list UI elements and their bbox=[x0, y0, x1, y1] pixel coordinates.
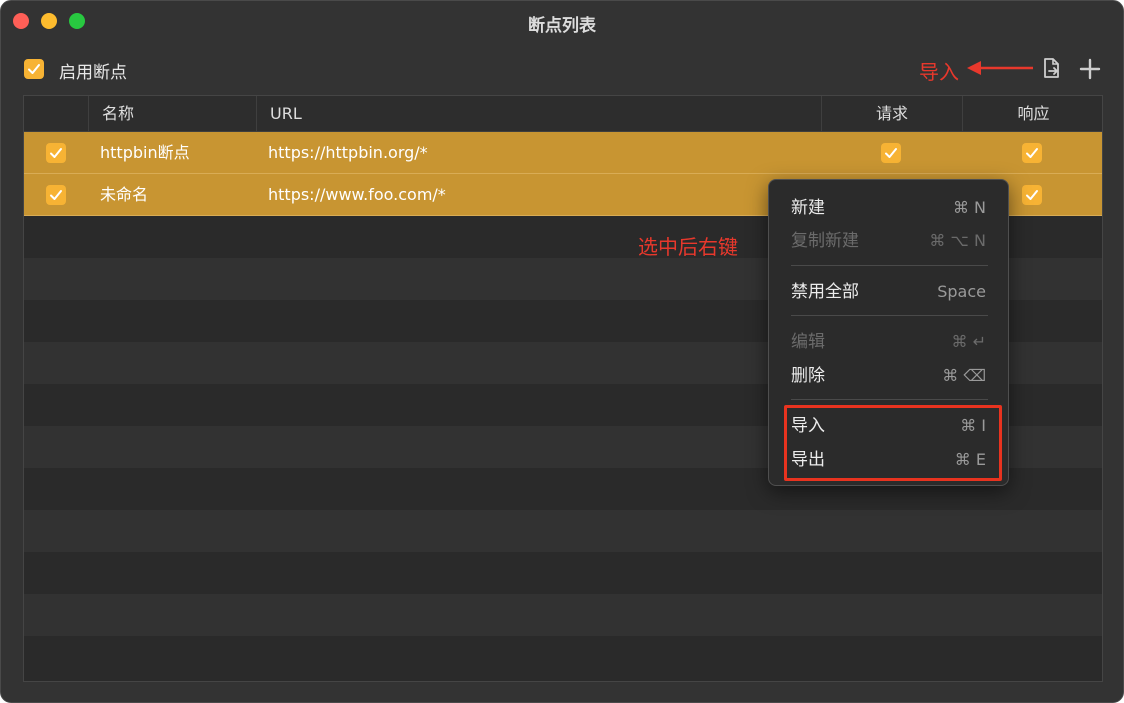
empty-table-row bbox=[24, 594, 1102, 636]
checkmark-icon bbox=[50, 148, 62, 158]
menu-item-shortcut: ⌘ ⌫ bbox=[942, 366, 986, 385]
menu-separator bbox=[791, 265, 988, 266]
annotation-arrow-icon bbox=[967, 61, 1033, 75]
menu-item-label: 新建 bbox=[791, 198, 825, 218]
plus-icon[interactable] bbox=[1078, 57, 1102, 81]
menu-separator bbox=[791, 315, 988, 316]
row-enabled-checkbox[interactable] bbox=[46, 143, 66, 163]
empty-table-row bbox=[24, 510, 1102, 552]
menu-item-disable-all[interactable]: 禁用全部 Space bbox=[769, 277, 1008, 307]
checkmark-icon bbox=[1026, 148, 1038, 158]
column-header-enabled[interactable] bbox=[24, 96, 88, 132]
select-then-right-click-annotation: 选中后右键 bbox=[638, 235, 738, 259]
checkmark-icon bbox=[1026, 190, 1038, 200]
window-title: 断点列表 bbox=[528, 16, 596, 36]
empty-table-row bbox=[24, 552, 1102, 594]
toolbar: 启用断点 导入 bbox=[1, 51, 1123, 87]
table-header: 名称 URL 请求 响应 bbox=[24, 96, 1102, 132]
column-header-request[interactable]: 请求 bbox=[821, 96, 962, 132]
enable-breakpoints-label: 启用断点 bbox=[59, 63, 127, 83]
column-header-name[interactable]: 名称 bbox=[88, 96, 256, 132]
menu-item-edit[interactable]: 编辑 ⌘ ↵ bbox=[769, 327, 1008, 357]
table-row[interactable]: httpbin断点 https://httpbin.org/* bbox=[24, 132, 1102, 174]
row-response-checkbox[interactable] bbox=[1022, 143, 1042, 163]
row-request-checkbox[interactable] bbox=[881, 143, 901, 163]
menu-item-duplicate-new[interactable]: 复制新建 ⌘ ⌥ N bbox=[769, 226, 1008, 256]
row-url: https://httpbin.org/* bbox=[268, 143, 428, 162]
row-enabled-checkbox[interactable] bbox=[46, 185, 66, 205]
import-export-highlight-box bbox=[784, 405, 1002, 481]
menu-item-shortcut: Space bbox=[937, 282, 986, 301]
row-name: httpbin断点 bbox=[100, 143, 190, 162]
menu-item-new[interactable]: 新建 ⌘ N bbox=[769, 193, 1008, 223]
title-bar: 断点列表 bbox=[1, 1, 1123, 45]
menu-item-shortcut: ⌘ N bbox=[952, 198, 986, 217]
row-name: 未命名 bbox=[100, 185, 149, 204]
checkmark-icon bbox=[50, 190, 62, 200]
enable-breakpoints-checkbox[interactable] bbox=[24, 59, 44, 79]
menu-item-label: 复制新建 bbox=[791, 231, 859, 251]
empty-table-row bbox=[24, 636, 1102, 678]
menu-item-label: 删除 bbox=[791, 366, 825, 386]
row-url: https://www.foo.com/* bbox=[268, 185, 446, 204]
checkmark-icon bbox=[885, 148, 897, 158]
breakpoint-list-window: 断点列表 启用断点 导入 名称 URL 请求 响应 httpbin断点 http… bbox=[0, 0, 1124, 703]
menu-item-delete[interactable]: 删除 ⌘ ⌫ bbox=[769, 361, 1008, 391]
context-menu: 新建 ⌘ N 复制新建 ⌘ ⌥ N 禁用全部 Space 编辑 ⌘ ↵ 删除 ⌘… bbox=[768, 179, 1009, 486]
menu-item-shortcut: ⌘ ⌥ N bbox=[929, 231, 986, 250]
import-annotation-label: 导入 bbox=[919, 60, 959, 84]
menu-item-label: 禁用全部 bbox=[791, 282, 859, 302]
column-header-response[interactable]: 响应 bbox=[962, 96, 1102, 132]
menu-separator bbox=[791, 399, 988, 400]
menu-item-shortcut: ⌘ ↵ bbox=[951, 332, 987, 351]
checkmark-icon bbox=[28, 64, 40, 74]
row-response-checkbox[interactable] bbox=[1022, 185, 1042, 205]
column-header-url[interactable]: URL bbox=[256, 96, 821, 132]
menu-item-label: 编辑 bbox=[791, 332, 825, 352]
import-file-icon[interactable] bbox=[1041, 57, 1063, 79]
